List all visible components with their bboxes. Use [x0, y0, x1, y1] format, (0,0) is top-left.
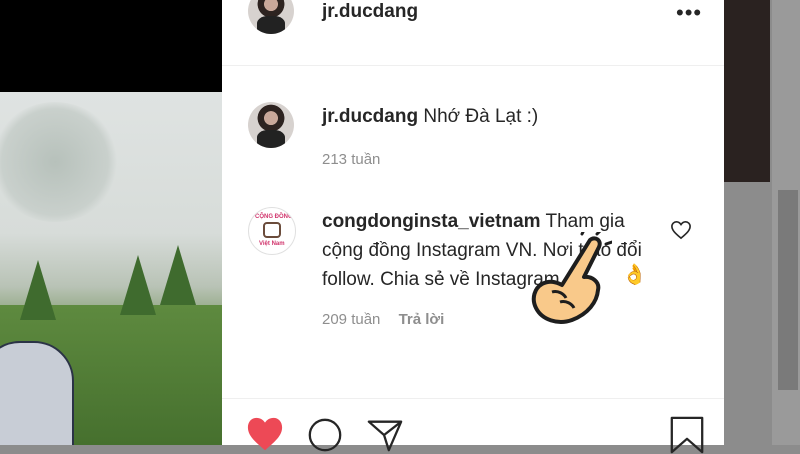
caption-username[interactable]: jr.ducdang [322, 106, 418, 127]
pointing-hand-icon [531, 232, 612, 324]
camera-icon [263, 222, 281, 238]
post-header: jr.ducdang ••• [222, 0, 724, 66]
page-scrollbar[interactable] [772, 0, 800, 445]
action-bar [222, 398, 724, 446]
comment-icon[interactable] [306, 416, 344, 454]
author-username[interactable]: jr.ducdang [322, 1, 418, 23]
ok-hand-emoji: 👌 [622, 264, 647, 286]
commenter-username[interactable]: congdonginsta_vietnam [322, 211, 541, 232]
caption-avatar[interactable] [248, 102, 294, 148]
avatar-text-top: CỘNG ĐỒNG [255, 214, 293, 220]
commenter-avatar[interactable]: CỘNG ĐỒNG Việt Nam [248, 207, 296, 255]
post-photo[interactable] [0, 92, 222, 445]
caption-age: 213 tuần [322, 151, 381, 168]
bookmark-icon[interactable] [668, 416, 706, 454]
tree [20, 260, 56, 320]
scrollbar-thumb[interactable] [778, 190, 798, 390]
tree [160, 245, 196, 305]
more-options-icon[interactable]: ••• [676, 0, 702, 26]
next-post-preview[interactable] [724, 0, 770, 182]
author-avatar[interactable] [248, 0, 294, 34]
comment-age: 209 tuần [322, 311, 381, 328]
share-icon[interactable] [366, 416, 404, 454]
avatar-text-bottom: Việt Nam [259, 241, 285, 247]
caption-text: Nhớ Đà Lạt :) [423, 106, 539, 127]
pine-tree [0, 102, 120, 222]
post-panel: jr.ducdang ••• jr.ducdang Nhớ Đà Lạt :) … [222, 0, 724, 454]
person-in-photo [0, 341, 74, 445]
backdrop-right [724, 0, 800, 445]
comment-meta: 209 tuần Trả lời [322, 311, 444, 328]
tree [120, 255, 156, 315]
like-comment-heart-icon[interactable] [670, 220, 692, 240]
reply-button[interactable]: Trả lời [399, 311, 445, 328]
like-heart-icon[interactable] [246, 416, 284, 454]
caption-block: jr.ducdang Nhớ Đà Lạt :) [322, 106, 538, 128]
